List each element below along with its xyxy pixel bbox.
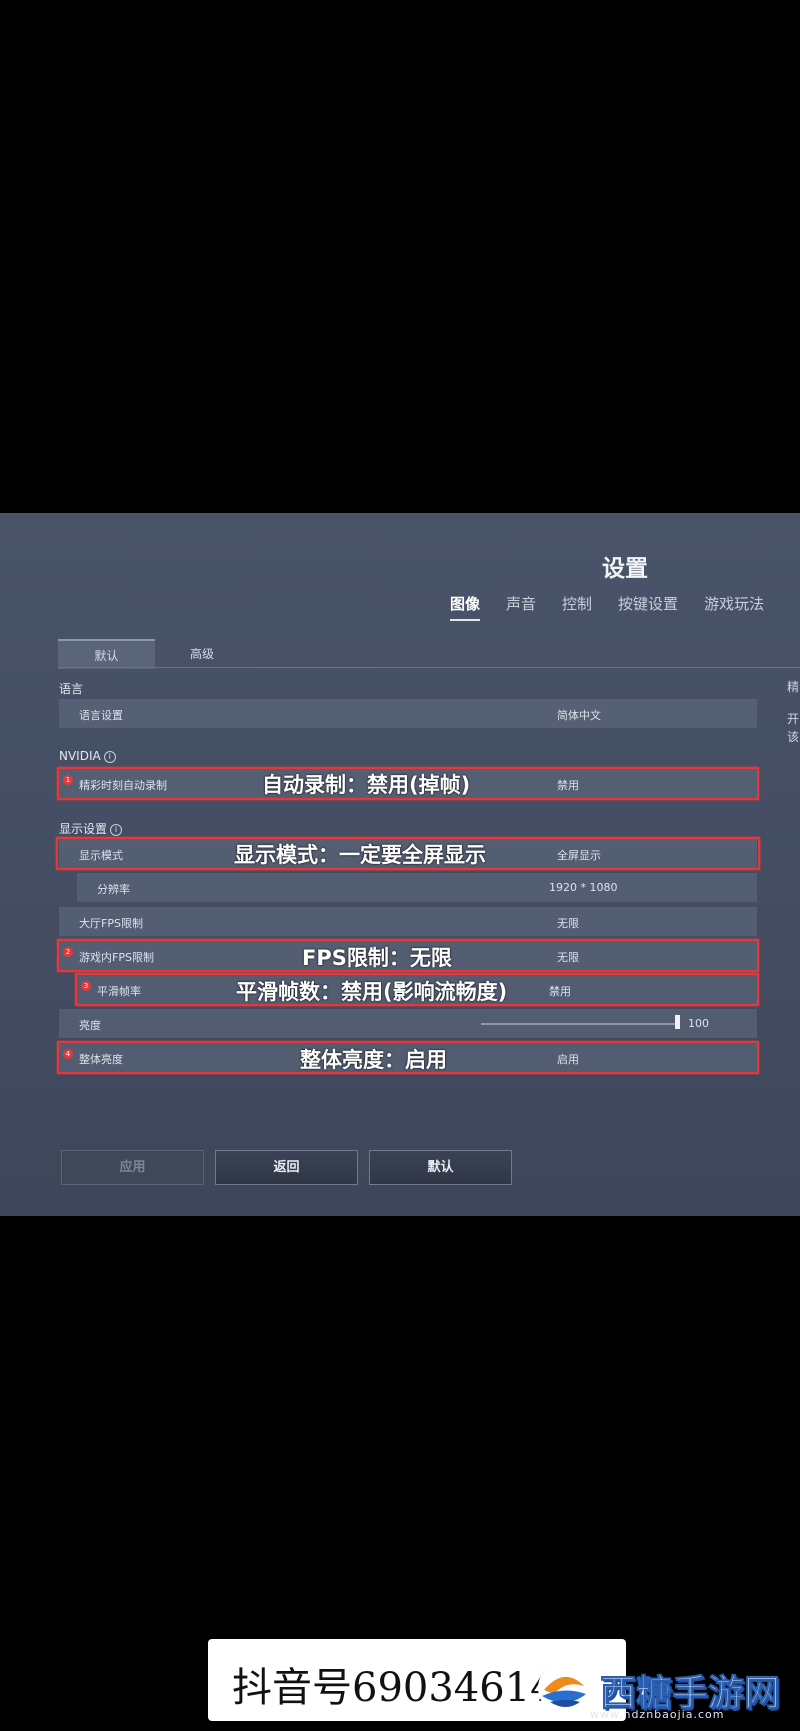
annotation-fps-limit: FPS限制：无限 [302, 946, 452, 970]
annotation-overall-brightness: 整体亮度：启用 [300, 1048, 447, 1072]
section-nvidia: NVIDIA i [59, 749, 116, 763]
sub-tab-default[interactable]: 默认 [58, 639, 155, 669]
tab-keybindings[interactable]: 按键设置 [618, 593, 678, 614]
row-resolution[interactable]: 分辨率 1920 * 1080 [77, 873, 757, 902]
top-tab-bar: 图像 声音 控制 按键设置 游戏玩法 [450, 593, 790, 621]
row-label: 大厅FPS限制 [79, 917, 143, 930]
section-language: 语言 [59, 682, 84, 696]
sub-tab-advanced[interactable]: 高级 [167, 639, 237, 667]
page-title: 设置 [602, 556, 648, 582]
brightness-slider-track[interactable] [481, 1023, 677, 1025]
tab-gameplay[interactable]: 游戏玩法 [704, 593, 764, 614]
info-icon[interactable]: i [110, 824, 123, 836]
right-panel-text: 该 [787, 730, 800, 744]
back-button[interactable]: 返回 [215, 1150, 358, 1185]
apply-button[interactable]: 应用 [61, 1150, 204, 1185]
row-label: 亮度 [79, 1019, 101, 1032]
brightness-slider-thumb[interactable] [675, 1015, 680, 1029]
step-badge: 1 [63, 775, 73, 785]
section-display-label: 显示设置 [59, 822, 108, 836]
row-language-setting[interactable]: 语言设置 简体中文 [59, 699, 757, 728]
info-icon[interactable]: i [103, 751, 116, 763]
row-label: 分辨率 [97, 883, 130, 896]
step-badge: 4 [63, 1049, 73, 1059]
right-panel-text: 精 [787, 680, 800, 694]
default-button[interactable]: 默认 [369, 1150, 512, 1185]
row-lobby-fps[interactable]: 大厅FPS限制 无限 [59, 907, 757, 936]
douyin-id-text: 抖音号69034614 [232, 1665, 556, 1711]
resolution-value[interactable]: 1920 * 1080 [549, 881, 617, 894]
brightness-value: 100 [688, 1017, 709, 1030]
brand-logo-icon [538, 1662, 590, 1714]
step-badge: 2 [63, 947, 73, 957]
lobby-fps-value[interactable]: 无限 [557, 915, 579, 931]
annotation-auto-record: 自动录制：禁用(掉帧) [262, 773, 471, 797]
tab-sound[interactable]: 声音 [506, 593, 536, 614]
tab-graphics[interactable]: 图像 [450, 593, 481, 621]
annotation-display-mode: 显示模式：一定要全屏显示 [234, 843, 486, 867]
tab-divider [58, 667, 800, 668]
row-label: 语言设置 [79, 709, 123, 722]
tab-controls[interactable]: 控制 [562, 593, 592, 614]
section-nvidia-label: NVIDIA [59, 749, 101, 763]
brand-url: www.hdznbaojia.com [590, 1708, 725, 1721]
game-settings-screen: 设置 图像 声音 控制 按键设置 游戏玩法 默认 高级 语言 语言设置 简体中文… [0, 513, 800, 1216]
right-panel-text: 开 [787, 712, 800, 726]
section-display: 显示设置 i [59, 820, 123, 837]
annotation-smooth-frame: 平滑帧数：禁用(影响流畅度) [236, 980, 508, 1004]
sub-tab-bar: 默认 高级 [58, 639, 237, 669]
step-badge: 3 [81, 981, 91, 991]
language-value[interactable]: 简体中文 [557, 707, 601, 723]
row-brightness[interactable]: 亮度 100 [59, 1009, 757, 1038]
